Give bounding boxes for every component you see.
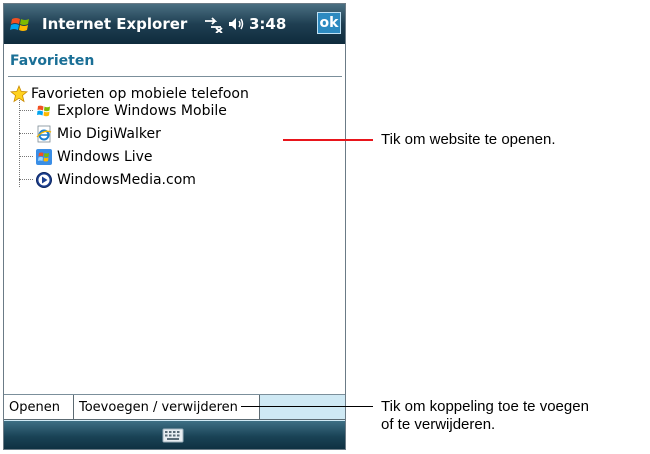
favorite-label: Mio DigiWalker [57, 126, 161, 142]
windows-live-icon [36, 149, 52, 165]
windows-start-icon[interactable] [9, 13, 35, 37]
keyboard-icon[interactable] [162, 428, 184, 443]
connectivity-icon[interactable] [203, 15, 223, 33]
page-title: Favorieten [10, 53, 95, 69]
favorite-label: Windows Live [57, 149, 153, 165]
device-screen: Internet Explorer 3:48 ok Favorieten Fav… [3, 3, 346, 450]
app-title: Internet Explorer [42, 15, 188, 33]
tab-toevoegen-verwijderen[interactable]: Toevoegen / verwijderen [74, 395, 260, 420]
callout-pointer [283, 139, 373, 141]
tree-connector [19, 156, 33, 157]
tree-connector [19, 100, 20, 187]
volume-icon[interactable] [227, 15, 245, 33]
tree-root-label: Favorieten op mobiele telefoon [31, 86, 249, 102]
ok-button[interactable]: ok [317, 12, 341, 34]
menu-bar [4, 421, 345, 449]
favorite-label: WindowsMedia.com [57, 172, 196, 188]
favorites-star-icon [10, 85, 28, 103]
tab-strip-filler [260, 395, 345, 420]
ie-page-icon [36, 125, 52, 143]
tree-connector [19, 133, 33, 134]
favorite-label: Explore Windows Mobile [57, 103, 227, 119]
callout-text: Tik om koppeling toe te voegen [381, 398, 589, 415]
windows-media-icon [36, 172, 52, 188]
favorites-tree: Favorieten op mobiele telefoon Explore W… [4, 82, 345, 202]
title-bar: Internet Explorer 3:48 ok [4, 4, 345, 44]
clock[interactable]: 3:48 [249, 15, 286, 33]
callout-text: Tik om website te openen. [381, 131, 556, 148]
callout-text: of te verwijderen. [381, 416, 496, 433]
callout-pointer [241, 406, 373, 407]
tab-openen[interactable]: Openen [4, 395, 74, 420]
tab-strip: Openen Toevoegen / verwijderen [4, 394, 345, 422]
tree-connector [19, 110, 33, 111]
tree-connector [19, 179, 33, 180]
divider [8, 76, 342, 77]
windows-flag-icon [37, 105, 50, 117]
